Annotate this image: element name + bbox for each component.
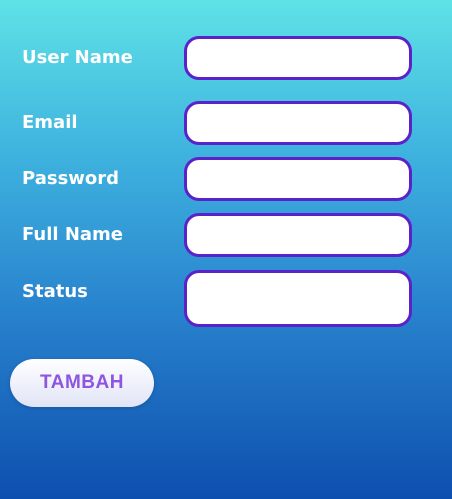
username-input[interactable] (184, 36, 412, 80)
email-input[interactable] (184, 101, 412, 145)
password-label: Password (22, 168, 120, 189)
username-label: User Name (22, 47, 133, 68)
status-label: Status (22, 281, 88, 302)
fullname-label: Full Name (22, 224, 123, 245)
add-button[interactable]: TAMBAH (10, 359, 154, 407)
password-input[interactable] (184, 157, 412, 201)
user-form: User Name Email Password Full Name Statu… (0, 0, 452, 499)
status-textarea[interactable] (184, 270, 412, 327)
fullname-input[interactable] (184, 213, 412, 257)
email-label: Email (22, 112, 78, 133)
